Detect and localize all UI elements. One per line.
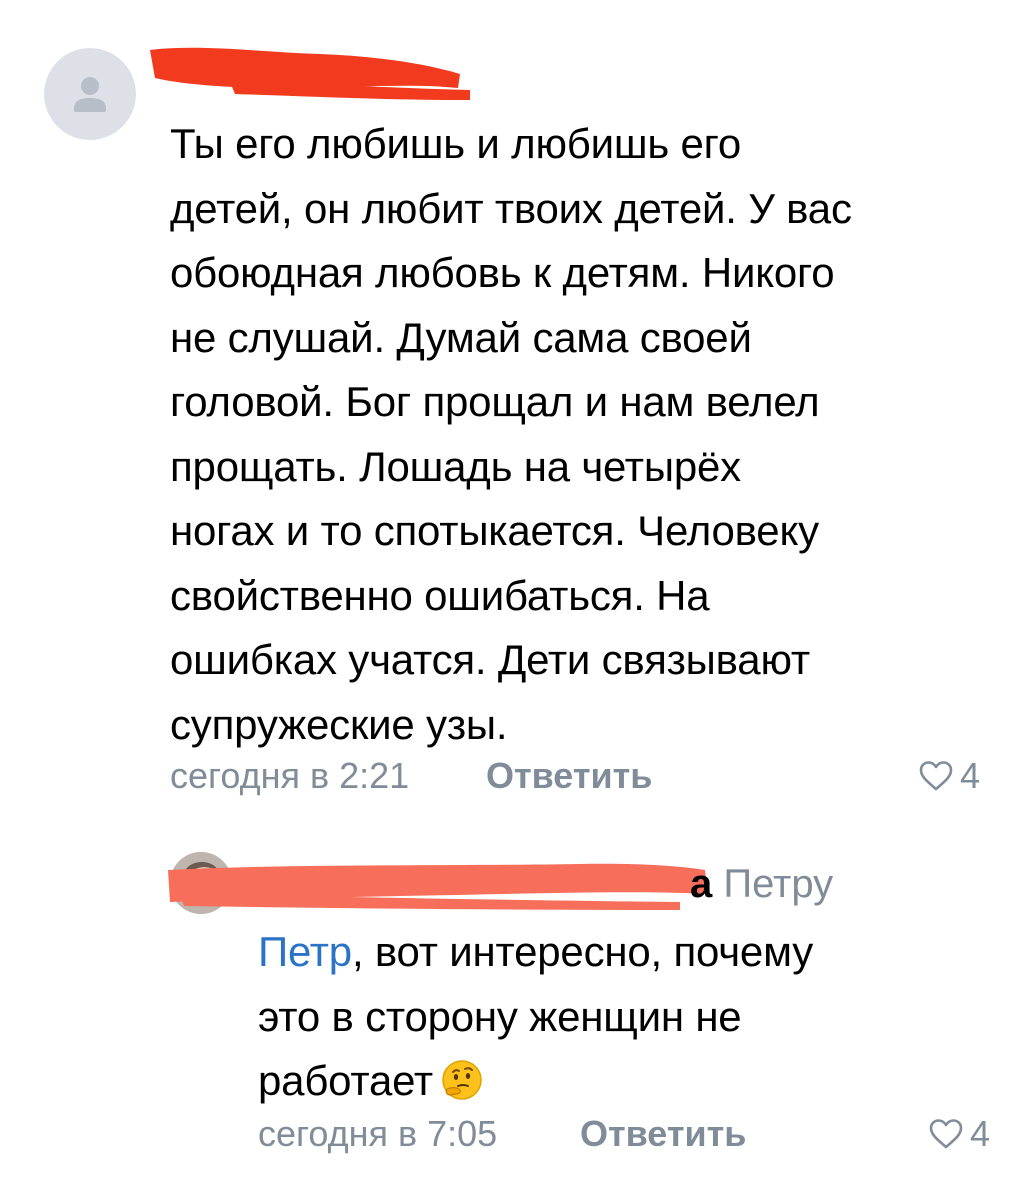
comment-meta: сегодня в 2:21 Ответить 4 (170, 752, 990, 800)
comment-timestamp: сегодня в 2:21 (170, 755, 410, 796)
comment-text: Ты его любишь и любишь его детей, он люб… (170, 112, 990, 757)
mention-link[interactable]: Петр (258, 928, 352, 975)
comment-line: это в сторону женщин не (258, 992, 742, 1040)
reply-button[interactable]: Ответить (580, 1110, 746, 1158)
comment-line-text: , вот интересно, почему (351, 928, 814, 975)
author-name-redaction (150, 47, 470, 100)
comment-text: Петр, вот интересно, почему это в сторон… (258, 920, 978, 1114)
heart-icon (919, 761, 953, 791)
comment-line: Ты его любишь и любишь его (170, 120, 742, 167)
thinking-face-icon (441, 1059, 483, 1101)
comment-timestamp: сегодня в 7:05 (258, 1113, 498, 1154)
comment-line: ошибках учатся. Дети связывают (170, 636, 810, 683)
reply-header: а Петру (690, 858, 833, 910)
comment-line-text: работает (258, 1057, 433, 1104)
comment-line: Петр, вот интересно, почему (258, 920, 978, 985)
reply-button[interactable]: Ответить (486, 752, 652, 800)
user-icon (74, 77, 106, 112)
like-button[interactable]: 4 (918, 752, 980, 800)
comment-line: ногах и то спотыкается. Человеку (170, 507, 819, 554)
avatar-placeholder[interactable] (44, 48, 136, 140)
comment-line: прощать. Лошадь на четырёх (170, 442, 741, 490)
reply-to-label[interactable]: Петру (723, 862, 833, 906)
like-count: 4 (959, 755, 980, 796)
comment-meta: сегодня в 7:05 Ответить 4 (258, 1110, 990, 1158)
like-button[interactable]: 4 (928, 1110, 990, 1158)
like-count: 4 (969, 1113, 990, 1154)
comment-line: не слушай. Думай сама своей (170, 313, 752, 361)
comment-line: супружеские узы. (170, 700, 508, 748)
comment-line: обоюдная любовь к детям. Никого (170, 249, 835, 296)
comment-line: работает (258, 1049, 978, 1114)
heart-icon (929, 1119, 963, 1149)
comment-line: головой. Бог прощал и нам велел (170, 378, 820, 425)
comment-line: свойственно ошибаться. На (170, 571, 710, 619)
author-name[interactable]: а (690, 862, 712, 906)
comment-line: детей, он любит твоих детей. У вас (170, 184, 852, 232)
author-name-redaction (168, 863, 708, 910)
